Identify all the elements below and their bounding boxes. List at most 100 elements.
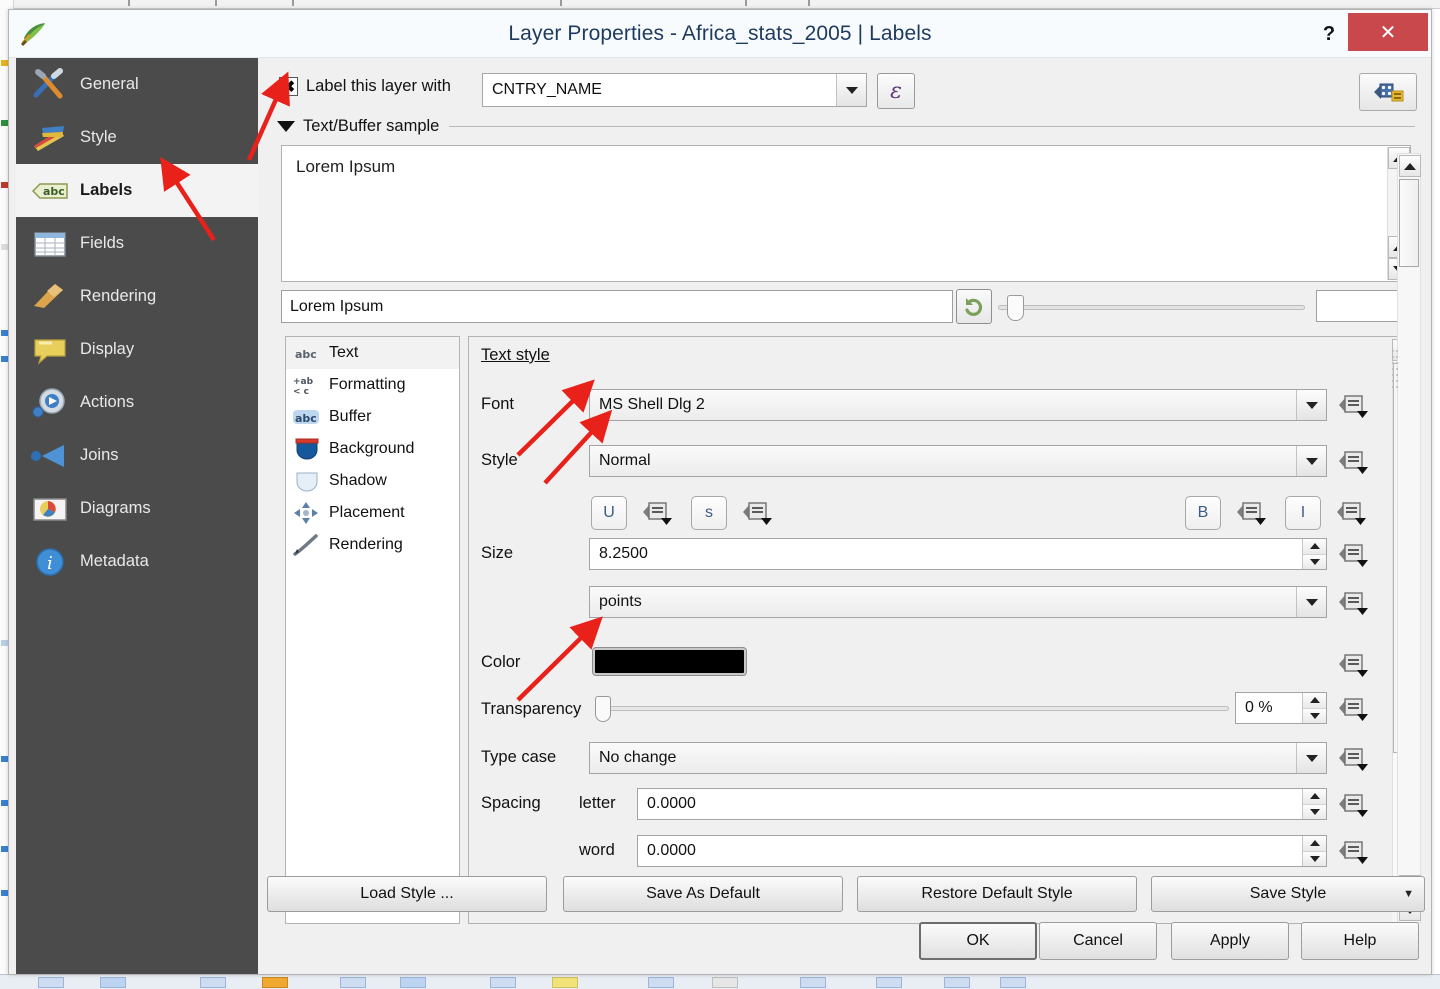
ok-button[interactable]: OK xyxy=(919,922,1037,960)
data-defined-override-italic[interactable] xyxy=(1335,499,1369,527)
text-buffer-sample-header[interactable]: Text/Buffer sample xyxy=(277,113,1417,139)
size-label: Size xyxy=(481,544,514,562)
data-defined-override-type-case[interactable] xyxy=(1337,745,1371,773)
chevron-down-icon[interactable] xyxy=(836,74,866,106)
scroll-track[interactable] xyxy=(1397,153,1421,923)
data-defined-override-strikethrough[interactable] xyxy=(741,499,775,527)
save-as-default-button[interactable]: Save As Default xyxy=(563,876,843,912)
data-defined-override-underline[interactable] xyxy=(641,499,675,527)
spacing-letter-stepper[interactable] xyxy=(1302,789,1326,819)
load-style-button[interactable]: Load Style ... xyxy=(267,876,547,912)
category-item-shadow[interactable]: Shadow xyxy=(286,465,459,497)
spacing-word-step-down[interactable] xyxy=(1303,851,1326,866)
category-item-formatting[interactable]: +ab < c Formatting xyxy=(286,369,459,401)
transparency-slider[interactable] xyxy=(595,696,1229,722)
type-case-combo[interactable]: No change xyxy=(589,742,1327,774)
underline-toggle-button[interactable]: U xyxy=(591,496,627,530)
label-this-layer-checkbox[interactable]: ✖ xyxy=(279,77,298,96)
help-button[interactable]: Help xyxy=(1301,922,1419,960)
expression-editor-button[interactable]: ε xyxy=(877,73,915,109)
size-input[interactable]: 8.2500 xyxy=(589,538,1327,570)
data-defined-override-button-top[interactable] xyxy=(1359,73,1417,111)
sample-zoom-slider[interactable] xyxy=(998,295,1305,321)
style-combo[interactable]: Normal xyxy=(589,445,1327,477)
data-defined-override-color[interactable] xyxy=(1337,651,1371,679)
size-step-down[interactable] xyxy=(1303,554,1326,569)
chevron-down-icon[interactable] xyxy=(1296,743,1326,773)
data-defined-override-spacing-letter[interactable] xyxy=(1337,791,1371,819)
svg-text:abc: abc xyxy=(295,348,317,361)
divider xyxy=(449,125,1415,127)
taskbar xyxy=(0,974,1440,989)
spacing-word-step-up[interactable] xyxy=(1303,836,1326,852)
data-defined-override-units[interactable] xyxy=(1337,589,1371,617)
spacing-label: Spacing xyxy=(481,794,541,812)
data-defined-override-style[interactable] xyxy=(1337,448,1371,476)
cancel-button[interactable]: Cancel xyxy=(1039,922,1157,960)
data-defined-override-font[interactable] xyxy=(1337,392,1371,420)
sidebar-item-actions[interactable]: Actions xyxy=(16,376,258,429)
help-question-icon[interactable]: ? xyxy=(1314,21,1344,47)
category-item-text[interactable]: abc Text xyxy=(286,337,459,369)
bold-toggle-button[interactable]: B xyxy=(1185,496,1221,530)
size-step-up[interactable] xyxy=(1303,539,1326,555)
color-label: Color xyxy=(481,653,521,671)
content-scrollbar[interactable] xyxy=(1397,153,1421,923)
revert-icon[interactable] xyxy=(956,289,992,324)
restore-default-style-button[interactable]: Restore Default Style xyxy=(857,876,1137,912)
spacing-word-stepper[interactable] xyxy=(1302,836,1326,866)
spacing-letter-step-down[interactable] xyxy=(1303,804,1326,819)
sidebar-item-metadata[interactable]: i Metadata xyxy=(16,535,258,588)
sidebar-item-style[interactable]: Style xyxy=(16,111,258,164)
text-color-swatch[interactable] xyxy=(592,647,747,676)
sidebar-item-labels[interactable]: abc Labels xyxy=(16,164,258,217)
chevron-down-icon[interactable] xyxy=(1296,390,1326,420)
spacing-letter-input[interactable]: 0.0000 xyxy=(637,788,1327,820)
sample-zoom-handle[interactable] xyxy=(1007,295,1024,321)
data-defined-override-spacing-word[interactable] xyxy=(1337,838,1371,866)
label-field-combo[interactable]: CNTRY_NAME xyxy=(482,73,867,107)
brush-icon xyxy=(292,533,322,557)
spacing-word-label: word xyxy=(579,841,615,859)
apply-button[interactable]: Apply xyxy=(1171,922,1289,960)
transparency-handle[interactable] xyxy=(595,696,611,722)
sidebar-item-fields[interactable]: Fields xyxy=(16,217,258,270)
category-item-placement[interactable]: Placement xyxy=(286,497,459,529)
chevron-down-icon[interactable]: ▼ xyxy=(1403,888,1414,900)
size-units-combo[interactable]: points xyxy=(589,586,1327,618)
text-style-panel: Text style Font MS Shell Dlg 2 Style Nor… xyxy=(468,336,1417,924)
category-item-rendering[interactable]: Rendering xyxy=(286,529,459,561)
data-defined-override-transparency[interactable] xyxy=(1337,695,1371,723)
save-style-button[interactable]: Save Style ▼ xyxy=(1151,876,1425,912)
sidebar-item-general[interactable]: General xyxy=(16,58,258,111)
transparency-label: Transparency xyxy=(481,700,582,718)
category-item-buffer[interactable]: abc Buffer xyxy=(286,401,459,433)
sidebar-item-diagrams[interactable]: Diagrams xyxy=(16,482,258,535)
spacing-letter-step-up[interactable] xyxy=(1303,789,1326,805)
splitter-grip[interactable] xyxy=(1390,348,1400,392)
chevron-down-icon[interactable] xyxy=(1296,587,1326,617)
sidebar-item-joins[interactable]: Joins xyxy=(16,429,258,482)
category-item-background[interactable]: Background xyxy=(286,433,459,465)
size-stepper[interactable] xyxy=(1302,539,1326,569)
data-defined-override-bold[interactable] xyxy=(1235,499,1269,527)
caret-down-icon xyxy=(277,120,295,132)
spacing-word-input[interactable]: 0.0000 xyxy=(637,835,1327,867)
label-category-list[interactable]: abc Text +ab < c Formatting abc Buffer B… xyxy=(285,336,460,924)
italic-toggle-button[interactable]: I xyxy=(1285,496,1321,530)
transparency-step-down[interactable] xyxy=(1303,708,1326,723)
sample-text-input[interactable]: Lorem Ipsum xyxy=(281,290,953,323)
font-combo[interactable]: MS Shell Dlg 2 xyxy=(589,389,1327,421)
data-defined-override-size[interactable] xyxy=(1337,541,1371,569)
close-button[interactable]: ✕ xyxy=(1348,13,1428,51)
sidebar-item-display[interactable]: Display xyxy=(16,323,258,376)
sidebar-item-rendering[interactable]: Rendering xyxy=(16,270,258,323)
transparency-input[interactable]: 0 % xyxy=(1235,692,1327,724)
sidebar-item-label: Display xyxy=(80,340,135,358)
chevron-down-icon[interactable] xyxy=(1296,446,1326,476)
transparency-step-up[interactable] xyxy=(1303,693,1326,709)
scroll-thumb[interactable] xyxy=(1399,179,1419,267)
scroll-up-button[interactable] xyxy=(1399,155,1421,177)
transparency-stepper[interactable] xyxy=(1302,693,1326,723)
strikethrough-toggle-button[interactable]: s xyxy=(691,496,727,530)
